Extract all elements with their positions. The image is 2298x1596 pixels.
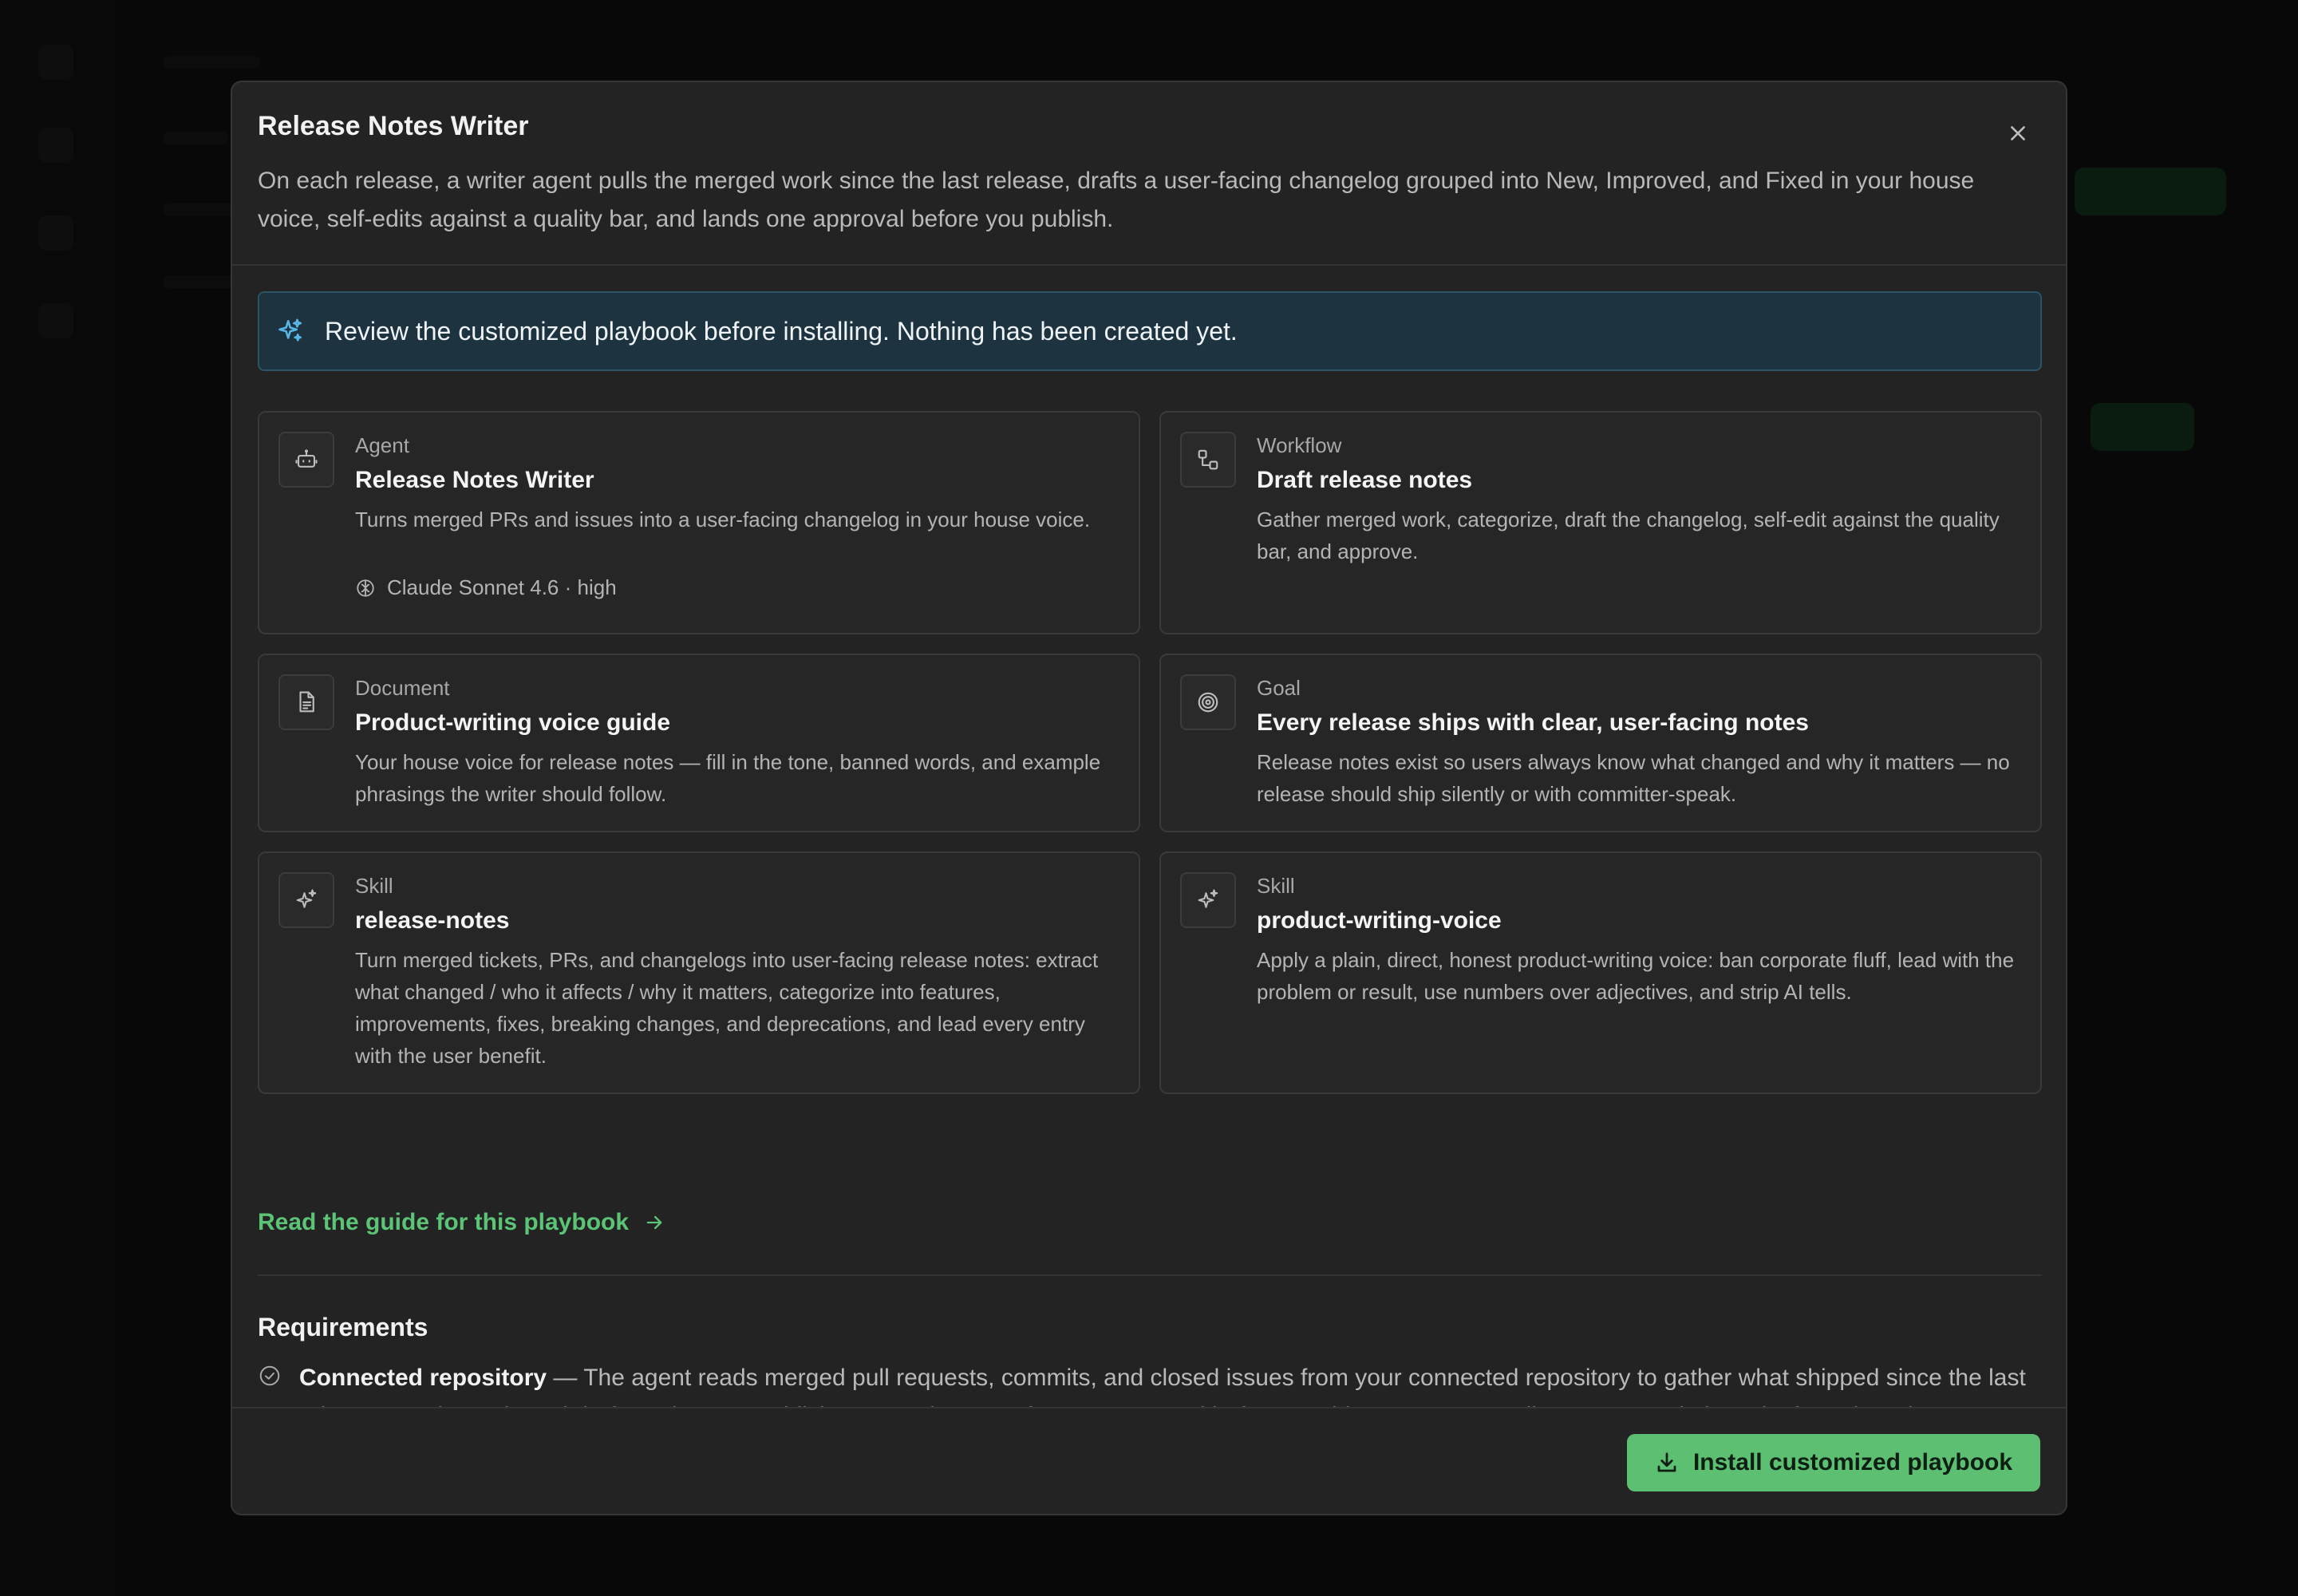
install-button[interactable]: Install customized playbook bbox=[1627, 1434, 2040, 1491]
guide-link-label: Read the guide for this playbook bbox=[258, 1209, 630, 1235]
card-description: Turn merged tickets, PRs, and changelogs… bbox=[355, 948, 1099, 1068]
download-icon bbox=[1655, 1450, 1680, 1476]
card-kind: Agent bbox=[355, 433, 409, 457]
card-name: Product-writing voice guide bbox=[355, 709, 671, 736]
card-kind: Workflow bbox=[1257, 433, 1342, 457]
card-name: Draft release notes bbox=[1257, 467, 1473, 493]
card-document[interactable]: Document Product-writing voice guide You… bbox=[258, 654, 1140, 832]
notice-text: Review the customized playbook before in… bbox=[325, 316, 1238, 346]
check-circle-icon bbox=[258, 1364, 282, 1388]
modal-title: Release Notes Writer bbox=[258, 111, 529, 141]
modal-description: On each release, a writer agent pulls th… bbox=[258, 168, 1975, 232]
close-icon bbox=[2008, 123, 2028, 148]
card-kind: Skill bbox=[1257, 874, 1295, 898]
card-workflow[interactable]: Workflow Draft release notes Gather merg… bbox=[1159, 411, 2042, 634]
card-name: Every release ships with clear, user-fac… bbox=[1257, 709, 1809, 736]
robot-icon bbox=[278, 432, 334, 488]
card-skill-product-writing-voice[interactable]: Skill product-writing-voice Apply a plai… bbox=[1159, 851, 2042, 1094]
requirements-title: Requirements bbox=[258, 1313, 428, 1341]
card-model: Claude Sonnet 4.6 · high bbox=[355, 575, 617, 600]
sparkles-icon bbox=[277, 315, 309, 347]
card-skill-release-notes[interactable]: Skill release-notes Turn merged tickets,… bbox=[258, 851, 1140, 1094]
card-description: Turns merged PRs and issues into a user-… bbox=[355, 508, 1091, 531]
modal-header: Release Notes Writer On each release, a … bbox=[232, 82, 2066, 266]
card-description: Release notes exist so users always know… bbox=[1257, 750, 2010, 806]
card-goal[interactable]: Goal Every release ships with clear, use… bbox=[1159, 654, 2042, 832]
modal-footer: Install customized playbook bbox=[232, 1407, 2066, 1514]
document-icon bbox=[278, 674, 334, 730]
divider bbox=[258, 1274, 2042, 1276]
close-button[interactable] bbox=[2002, 119, 2034, 151]
card-kind: Document bbox=[355, 676, 450, 700]
install-button-label: Install customized playbook bbox=[1692, 1449, 2013, 1476]
card-model-text: Claude Sonnet 4.6 · high bbox=[387, 575, 617, 599]
target-icon bbox=[1180, 674, 1236, 730]
card-name: product-writing-voice bbox=[1257, 907, 1502, 934]
arrow-right-icon bbox=[643, 1211, 665, 1234]
workflow-icon bbox=[1180, 432, 1236, 488]
sparkles-icon bbox=[1180, 872, 1236, 928]
playbook-modal: Release Notes Writer On each release, a … bbox=[231, 81, 2067, 1515]
card-kind: Skill bbox=[355, 874, 393, 898]
brain-icon bbox=[355, 577, 377, 599]
card-agent[interactable]: Agent Release Notes Writer Turns merged … bbox=[258, 411, 1140, 634]
card-description: Gather merged work, categorize, draft th… bbox=[1257, 508, 2000, 563]
card-description: Your house voice for release notes — fil… bbox=[355, 750, 1101, 806]
requirement-name: Connected repository bbox=[299, 1365, 547, 1391]
guide-link[interactable]: Read the guide for this playbook bbox=[258, 1209, 665, 1236]
sparkles-icon bbox=[278, 872, 334, 928]
notice-banner: Review the customized playbook before in… bbox=[258, 291, 2042, 371]
card-description: Apply a plain, direct, honest product-wr… bbox=[1257, 948, 2015, 1004]
card-name: Release Notes Writer bbox=[355, 467, 594, 493]
card-kind: Goal bbox=[1257, 676, 1301, 700]
card-name: release-notes bbox=[355, 907, 510, 934]
